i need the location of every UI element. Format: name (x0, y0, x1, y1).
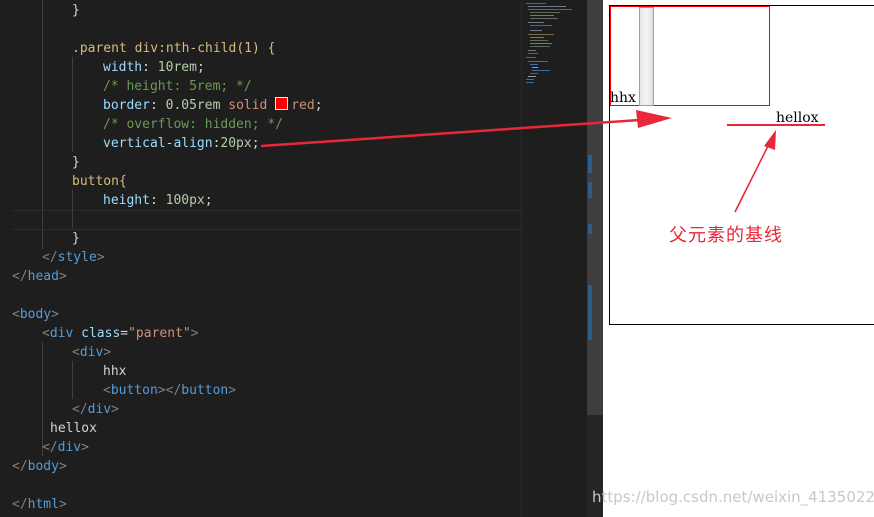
code-line-1: } (72, 1, 80, 20)
annotation-label: 父元素的基线 (669, 225, 783, 246)
watermark: https://blog.csdn.net/weixin_41350225 (592, 488, 874, 506)
code-area[interactable]: } .parent div:nth-child(1) { width: 10re… (0, 0, 521, 517)
vertical-scrollbar[interactable] (587, 0, 603, 415)
token-tag: div (57, 440, 82, 455)
token-value: 20px (220, 136, 252, 151)
code-line-4: width: 10rem; (103, 60, 205, 75)
token-tag: div (49, 326, 74, 341)
code-line-24: </div> (42, 440, 89, 455)
scroll-marker (588, 182, 592, 198)
code-line-14: </style> (42, 250, 105, 265)
token: } (72, 155, 80, 170)
code-line-8: vertical-align:20px; (103, 136, 260, 151)
code-line-18: <div class="parent"> (42, 326, 199, 341)
code-line-13: } (72, 229, 80, 248)
token-comment: /* overflow: hidden; */ (103, 117, 284, 132)
token-tag: button (110, 383, 158, 398)
code-line-17: <body> (12, 307, 59, 322)
code-editor[interactable]: } .parent div:nth-child(1) { width: 10re… (0, 0, 603, 517)
code-line-3: .parent div:nth-child(1) { (72, 39, 276, 58)
token-text: hhx (103, 364, 127, 379)
scroll-marker (588, 155, 592, 173)
token-comment: /* height: 5rem; */ (103, 79, 252, 94)
code-line-25: </body> (12, 459, 67, 474)
code-line-20: hhx (103, 362, 126, 381)
token-tag: div (79, 345, 104, 360)
token-tag: div (87, 402, 112, 417)
preview-text-hellox: hellox (776, 110, 819, 126)
code-line-6: border: 0.05rem solid red; (103, 97, 323, 113)
current-line-highlight (12, 210, 521, 230)
token-tag: style (57, 250, 97, 265)
minimap[interactable] (521, 0, 588, 517)
token-property: border (103, 98, 150, 113)
scroll-marker (588, 285, 592, 340)
token-tag: html (27, 497, 59, 512)
token-tag: body (27, 459, 59, 474)
preview-text-hhx: hhx (610, 90, 636, 106)
code-line-5: /* height: 5rem; */ (103, 77, 252, 96)
token-value: 0.05rem (165, 98, 221, 113)
code-line-23: hellox (50, 419, 97, 438)
token-selector: button{ (72, 174, 127, 189)
token-string: "parent" (128, 326, 191, 341)
code-line-27: </html> (12, 497, 67, 512)
code-line-9: } (72, 153, 80, 172)
token-attribute: class (81, 326, 121, 341)
token-tag: button (181, 383, 229, 398)
code-line-15: </head> (12, 269, 67, 284)
scroll-marker (588, 224, 592, 234)
token-value: 10rem (157, 60, 197, 75)
color-swatch[interactable] (275, 97, 289, 110)
token-value: solid (228, 98, 268, 113)
code-line-19: <div> (72, 345, 112, 360)
code-line-11: height: 100px; (103, 193, 213, 208)
token-value: red (291, 98, 315, 113)
token-value: 100px (165, 193, 205, 208)
token-property: vertical-align (103, 136, 213, 151)
indent-guide (72, 361, 73, 399)
token: } (72, 231, 80, 246)
token-tag: body (19, 307, 52, 322)
code-line-10: button{ (72, 172, 127, 191)
token: } (72, 3, 80, 18)
code-line-22: </div> (72, 402, 119, 417)
token-property: height (103, 193, 150, 208)
token-property: width (103, 60, 143, 75)
code-line-21: <button></button> (103, 383, 237, 398)
indent-guide (72, 57, 73, 152)
preview-button[interactable] (639, 7, 654, 106)
token-selector: .parent div:nth-child(1) { (72, 41, 276, 56)
token-text: hellox (50, 421, 97, 436)
token-tag: head (27, 269, 59, 284)
code-line-7: /* overflow: hidden; */ (103, 115, 283, 134)
